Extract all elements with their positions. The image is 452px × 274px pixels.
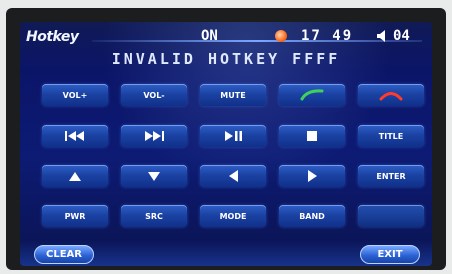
exit-button[interactable]: EXIT [360,245,420,264]
title-label: TITLE [378,131,404,141]
play-pause-icon [225,131,242,141]
mute-button[interactable]: MUTE [200,84,266,106]
play-pause-button[interactable] [200,125,266,147]
exit-label: EXIT [377,249,403,260]
hotkey-mode-label: ON [201,28,218,44]
mute-label: MUTE [220,90,246,100]
power-label: PWR [64,211,86,221]
phone-hangup-icon [379,92,403,101]
previous-track-icon [65,131,84,141]
up-button[interactable] [42,165,108,187]
vol-down-button[interactable]: VOL- [121,84,187,106]
status-message: INVALID HOTKEY FFFF [111,50,341,68]
vol-down-label: VOL- [143,90,165,100]
clear-label: CLEAR [46,249,82,260]
clear-button[interactable]: CLEAR [34,245,94,264]
page-title: Hotkey [26,29,79,45]
source-label: SRC [145,211,163,221]
arrow-right-icon [307,170,317,182]
mode-button[interactable]: MODE [200,205,266,227]
left-button[interactable] [200,165,266,187]
stop-icon [307,131,317,141]
phone-answer-icon [300,89,324,101]
source-button[interactable]: SRC [121,205,187,227]
next-track-icon [145,131,164,141]
arrow-left-icon [228,170,238,182]
header-divider [92,40,422,42]
indicator-icon [275,30,287,42]
band-label: BAND [299,211,325,221]
arrow-up-icon [69,171,81,181]
previous-track-button[interactable] [42,125,108,147]
mode-label: MODE [219,211,247,221]
title-button[interactable]: TITLE [358,125,424,147]
call-hangup-button[interactable] [358,84,424,106]
enter-button[interactable]: ENTER [358,165,424,187]
power-button[interactable]: PWR [42,205,108,227]
empty-hotkey-slot[interactable] [358,205,424,227]
band-button[interactable]: BAND [279,205,345,227]
arrow-down-icon [148,171,160,181]
enter-label: ENTER [376,171,406,181]
volume-level: 04 [393,28,410,44]
clock-time: 17 49 [301,28,354,44]
stop-button[interactable] [279,125,345,147]
vol-up-button[interactable]: VOL+ [42,84,108,106]
vol-up-label: VOL+ [62,90,88,100]
right-button[interactable] [279,165,345,187]
status-bar: Hotkey ON 17 49 04 [20,22,432,52]
call-answer-button[interactable] [279,84,345,106]
next-track-button[interactable] [121,125,187,147]
down-button[interactable] [121,165,187,187]
head-unit-screen: Hotkey ON 17 49 04 INVALID HOTKEY FFFF V… [20,22,432,266]
speaker-icon [377,30,385,42]
